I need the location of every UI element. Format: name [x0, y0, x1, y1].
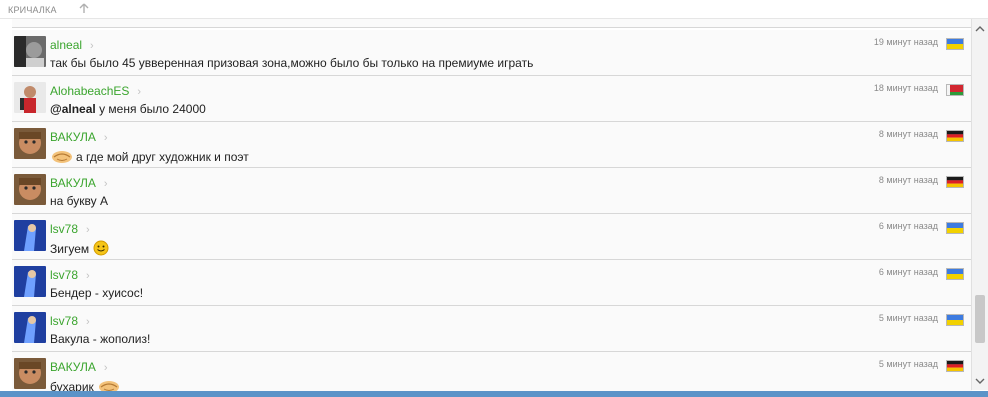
chevron-right-icon: ›	[103, 178, 108, 190]
avatar[interactable]	[14, 358, 46, 389]
username[interactable]: AlohabeachES ›	[50, 84, 141, 98]
chevron-right-icon: ›	[103, 132, 108, 144]
accent-bar	[0, 391, 988, 397]
chat-header: КРИЧАЛКА	[0, 0, 988, 19]
avatar[interactable]	[14, 174, 46, 205]
timestamp: 19 минут назад	[873, 37, 938, 47]
chevron-right-icon: ›	[90, 40, 94, 52]
chat-title: КРИЧАЛКА	[8, 5, 57, 15]
avatar[interactable]	[14, 128, 46, 159]
avatar[interactable]	[14, 266, 46, 297]
flag-germany-icon	[946, 360, 964, 372]
username[interactable]: lsv78 ›	[50, 222, 90, 236]
chevron-right-icon: ›	[86, 270, 90, 282]
avatar[interactable]	[14, 220, 46, 251]
message-item: ВАКУЛА › 8 минут назад на букву А	[12, 168, 972, 214]
message-text: @alneal у меня было 24000	[50, 102, 206, 116]
mention[interactable]: @alneal	[50, 102, 96, 116]
flag-germany-icon	[946, 130, 964, 142]
message-item: ВАКУЛА › 8 минут назад а где мой друг худ…	[12, 122, 972, 168]
flag-ukraine-icon	[946, 268, 964, 280]
timestamp: 8 минут назад	[878, 175, 938, 185]
username[interactable]: lsv78 ›	[50, 268, 90, 282]
message-item: lsv78 › 6 минут назад Зигуем	[12, 214, 972, 260]
username[interactable]: lsv78 ›	[50, 314, 90, 328]
scrollbar-thumb[interactable]	[975, 295, 985, 343]
username[interactable]: ВАКУЛА ›	[50, 130, 108, 144]
flag-ukraine-icon	[946, 38, 964, 50]
timestamp: 18 минут назад	[873, 83, 938, 93]
timestamp: 6 минут назад	[878, 267, 938, 277]
flag-belarus-icon	[946, 84, 964, 96]
message-item: lsv78 › 5 минут назад Вакула - жополиз!	[12, 306, 972, 352]
chevron-right-icon: ›	[86, 316, 90, 328]
avatar[interactable]	[14, 312, 46, 343]
message-text: Бендер - хуисос!	[50, 286, 144, 300]
timestamp: 5 минут назад	[878, 359, 938, 369]
message-item: ВАКУЛА › 5 минут назад бухарик	[12, 352, 972, 394]
avatar[interactable]	[14, 36, 46, 67]
timestamp: 6 минут назад	[878, 221, 938, 231]
message-text: Вакула - жополиз!	[50, 332, 151, 346]
scrollbar[interactable]	[971, 18, 988, 390]
username[interactable]: ВАКУЛА ›	[50, 360, 108, 374]
message-text: Зигуем	[50, 240, 112, 256]
chevron-right-icon: ›	[137, 86, 142, 98]
flag-germany-icon	[946, 176, 964, 188]
message-text: на букву А	[50, 194, 108, 208]
message-item: lsv78 › 6 минут назад Бендер - хуисос!	[12, 260, 972, 306]
avatar[interactable]	[14, 82, 46, 113]
chevron-right-icon: ›	[103, 362, 108, 374]
username[interactable]: ВАКУЛА ›	[50, 176, 108, 190]
timestamp: 8 минут назад	[878, 129, 938, 139]
chevron-down-icon[interactable]	[975, 376, 985, 386]
flag-ukraine-icon	[946, 222, 964, 234]
chevron-up-icon[interactable]	[975, 24, 985, 34]
message-text: а где мой друг художник и поэт	[50, 148, 249, 164]
timestamp: 5 минут назад	[878, 313, 938, 323]
flag-ukraine-icon	[946, 314, 964, 326]
smile-emoji-icon	[93, 240, 109, 256]
message-text: так бы было 45 увверенная призовая зона,…	[50, 56, 534, 70]
handshake-emoji-icon	[52, 151, 72, 163]
message-item: alneal › 19 минут назад так бы было 45 ув…	[12, 30, 972, 76]
chevron-right-icon: ›	[86, 224, 90, 236]
username[interactable]: alneal ›	[50, 38, 94, 52]
arrow-up-icon[interactable]	[78, 2, 90, 14]
message-list: шел 35 стек и 20слил ак меньше а7 alneal…	[12, 6, 972, 394]
message-item: AlohabeachES › 18 минут назад @alneal у м…	[12, 76, 972, 122]
